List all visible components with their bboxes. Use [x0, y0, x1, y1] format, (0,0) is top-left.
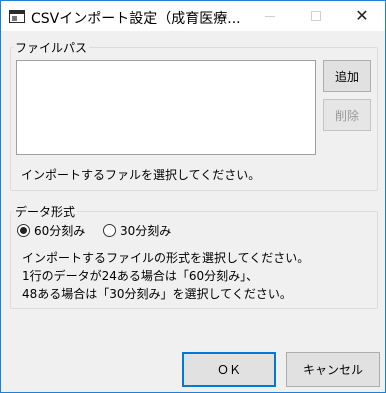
radio-60-label: 60分刻み: [34, 224, 86, 238]
delete-button[interactable]: 削除: [323, 99, 371, 131]
format-description-line: 1行のデータが24ある場合は「60分刻み」、: [22, 269, 259, 283]
add-button[interactable]: 追加: [323, 60, 371, 92]
radio-30-minutes[interactable]: 30分刻み: [103, 222, 171, 239]
file-select-hint: インポートするファルを選択してください。: [21, 168, 261, 182]
file-path-legend: ファイルパス: [13, 39, 90, 56]
file-path-list[interactable]: [16, 60, 316, 155]
radio-button-selected[interactable]: [17, 224, 30, 237]
dialog-window: CSVインポート設定（成育医療... ✕ ファイルパス 追加 削除 インポートす…: [0, 0, 386, 393]
title-bar[interactable]: CSVインポート設定（成育医療... ✕: [1, 1, 385, 31]
radio-60-minutes[interactable]: 60分刻み: [17, 222, 85, 239]
format-description-line: インポートするファイルの形式を選択してください。: [22, 251, 310, 265]
minimize-icon: [265, 15, 275, 17]
radio-30-label: 30分刻み: [120, 224, 172, 238]
app-window-icon: [9, 10, 25, 23]
radio-button-unselected[interactable]: [103, 224, 116, 237]
cancel-button[interactable]: キャンセル: [286, 352, 380, 387]
close-icon: ✕: [355, 6, 369, 25]
close-button[interactable]: ✕: [339, 1, 385, 31]
ok-button[interactable]: ＯＫ: [182, 352, 276, 387]
minimize-button[interactable]: [247, 1, 293, 31]
window-title: CSVインポート設定（成育医療...: [31, 11, 241, 27]
radio-dot-icon: [20, 227, 27, 234]
maximize-icon: [311, 11, 321, 21]
data-format-legend: データ形式: [13, 203, 78, 220]
maximize-button[interactable]: [293, 1, 339, 31]
format-description-line: 48ある場合は「30分刻み」を選択してください。: [22, 287, 292, 301]
